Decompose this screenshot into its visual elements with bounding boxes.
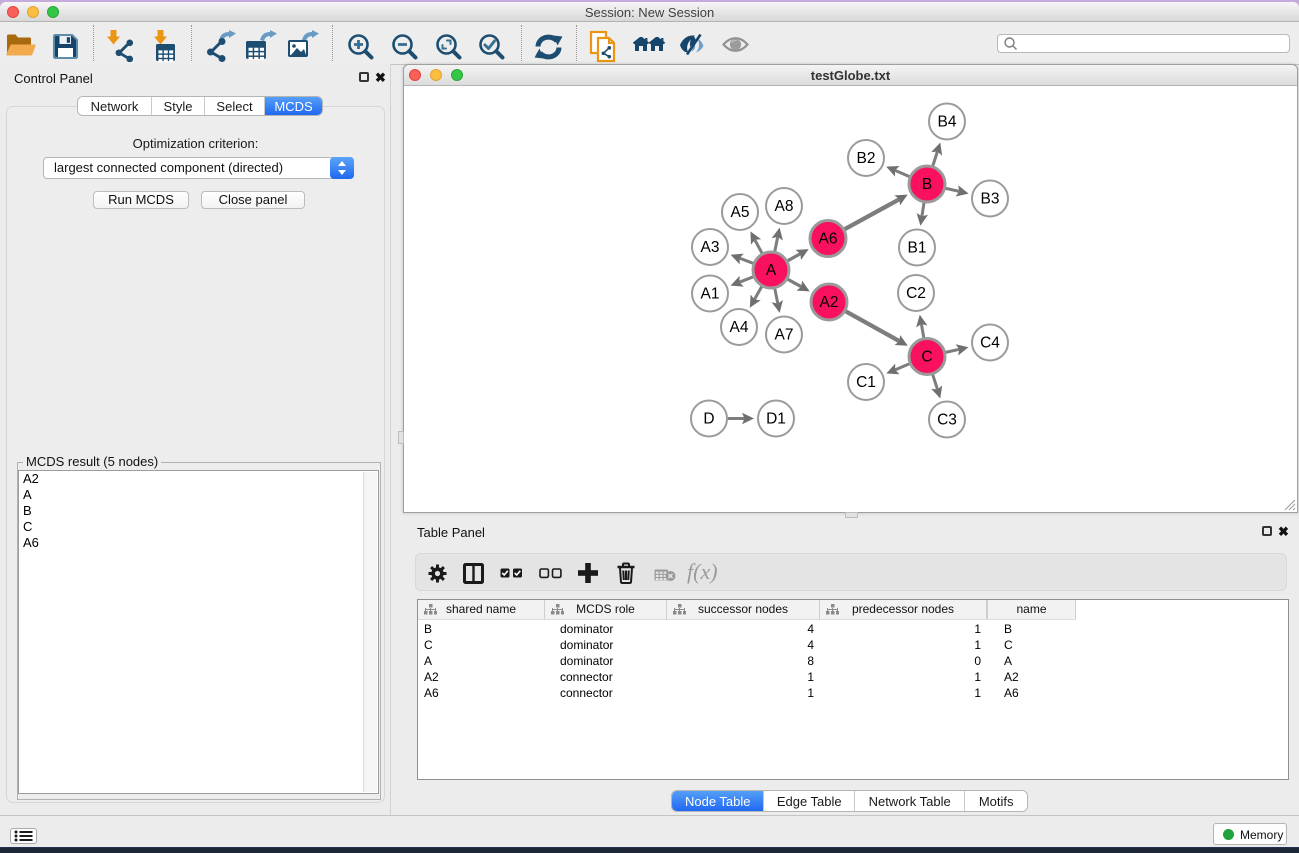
svg-text:A2: A2 <box>820 294 839 311</box>
svg-text:A6: A6 <box>819 230 838 247</box>
svg-text:A5: A5 <box>731 204 750 221</box>
svg-text:C: C <box>921 348 932 365</box>
svg-text:C3: C3 <box>937 411 957 428</box>
svg-text:A1: A1 <box>701 285 720 302</box>
svg-text:D: D <box>703 410 714 427</box>
svg-text:B4: B4 <box>938 113 957 130</box>
svg-text:C1: C1 <box>856 374 876 391</box>
svg-text:A8: A8 <box>775 198 794 215</box>
svg-text:C4: C4 <box>980 334 1000 351</box>
svg-text:B: B <box>922 176 932 193</box>
svg-text:A4: A4 <box>730 319 749 336</box>
svg-text:A7: A7 <box>775 326 794 343</box>
svg-text:B3: B3 <box>981 190 1000 207</box>
svg-text:A: A <box>766 262 777 279</box>
svg-text:D1: D1 <box>766 410 786 427</box>
svg-text:B2: B2 <box>857 150 876 167</box>
svg-text:A3: A3 <box>701 239 720 256</box>
svg-text:B1: B1 <box>908 239 927 256</box>
svg-text:C2: C2 <box>906 285 926 302</box>
